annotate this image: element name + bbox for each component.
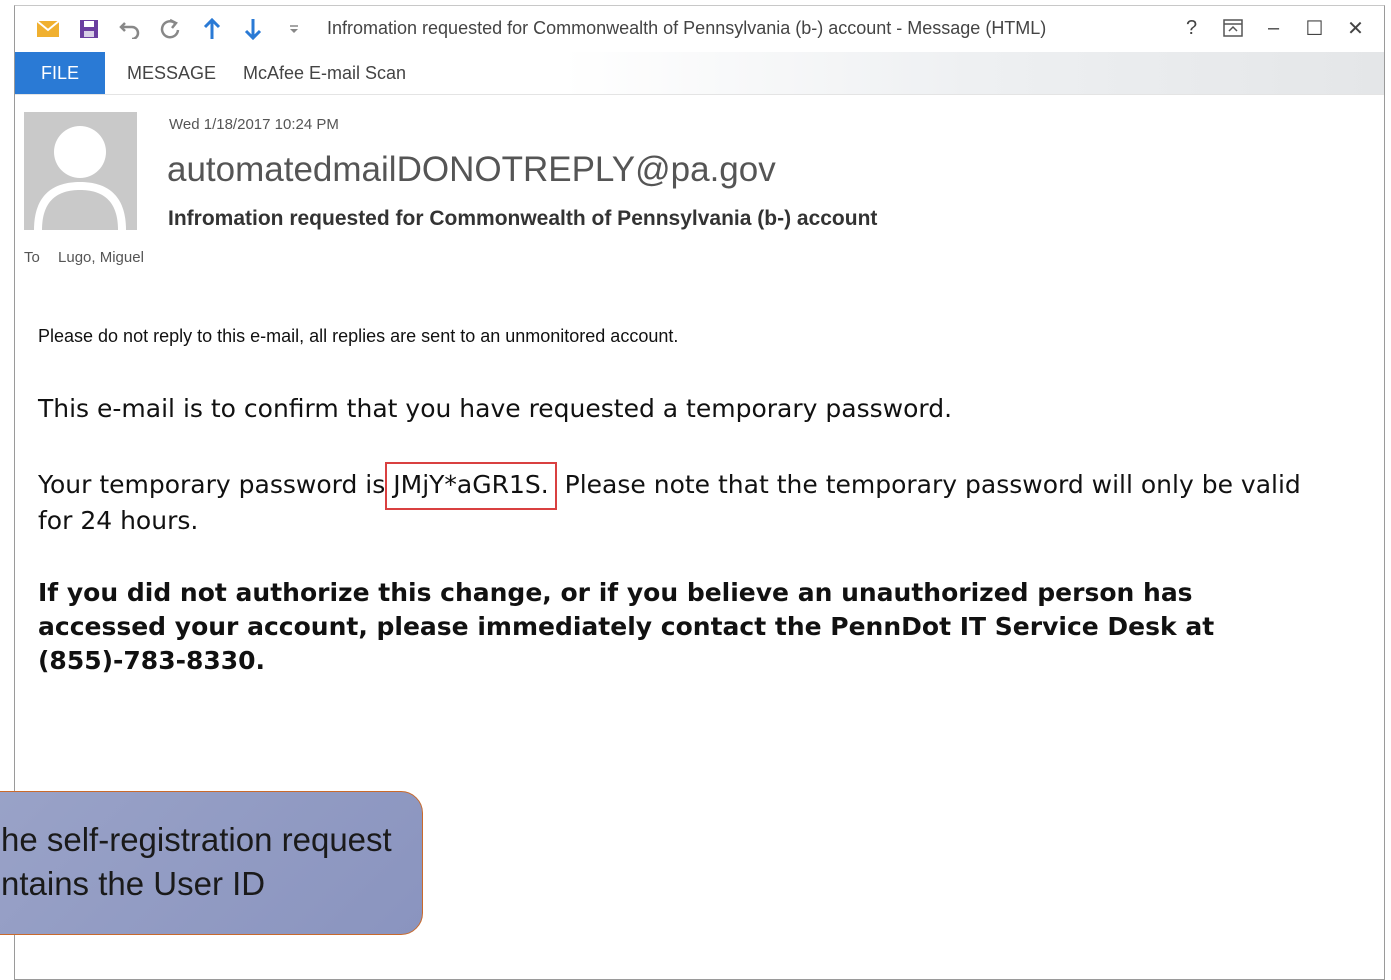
sender-address[interactable]: automatedmailDONOTREPLY@pa.gov bbox=[167, 150, 776, 190]
to-label: To bbox=[24, 249, 40, 266]
recipient-row: To Lugo, Miguel bbox=[24, 249, 144, 266]
temporary-password-paragraph: Your temporary password is JMjY*aGR1S. Pl… bbox=[38, 462, 1338, 538]
title-bar: Infromation requested for Commonwealth o… bbox=[15, 6, 1384, 52]
maximize-button[interactable]: ☐ bbox=[1294, 14, 1335, 42]
next-item-icon[interactable] bbox=[232, 16, 273, 42]
callout-line-1: he self-registration request bbox=[1, 821, 392, 858]
ribbon-display-options-button[interactable] bbox=[1212, 14, 1253, 42]
message-date: Wed 1/18/2017 10:24 PM bbox=[169, 116, 339, 133]
quick-access-toolbar bbox=[27, 16, 314, 42]
password-intro-text: Your temporary password is bbox=[38, 470, 386, 499]
confirmation-text: This e-mail is to confirm that you have … bbox=[38, 394, 953, 423]
recipient-name[interactable]: Lugo, Miguel bbox=[58, 249, 144, 266]
security-warning: If you did not authorize this change, or… bbox=[38, 578, 1215, 675]
window-controls: ? – ☐ ✕ bbox=[1171, 14, 1376, 42]
window-title: Infromation requested for Commonwealth o… bbox=[327, 18, 1047, 38]
close-button[interactable]: ✕ bbox=[1335, 14, 1376, 42]
ribbon-tabs: FILE MESSAGE McAfee E-mail Scan bbox=[15, 52, 1384, 95]
tab-file[interactable]: FILE bbox=[15, 52, 105, 94]
avatar bbox=[24, 112, 137, 230]
temporary-password: JMjY*aGR1S. bbox=[385, 462, 557, 510]
minimize-button[interactable]: – bbox=[1253, 14, 1294, 42]
message-header: Wed 1/18/2017 10:24 PM automatedmailDONO… bbox=[15, 94, 1384, 274]
callout-text: he self-registration request ntains the … bbox=[1, 818, 392, 906]
customize-toolbar-icon[interactable] bbox=[273, 16, 314, 42]
annotation-callout: he self-registration request ntains the … bbox=[0, 791, 423, 935]
callout-line-2: ntains the User ID bbox=[1, 865, 266, 902]
previous-item-icon[interactable] bbox=[191, 16, 232, 42]
save-icon[interactable] bbox=[68, 16, 109, 42]
person-icon bbox=[34, 126, 126, 230]
tab-mcafee-email-scan[interactable]: McAfee E-mail Scan bbox=[243, 52, 406, 94]
tab-message[interactable]: MESSAGE bbox=[127, 52, 216, 94]
mail-icon[interactable] bbox=[27, 16, 68, 42]
undo-icon[interactable] bbox=[109, 16, 150, 42]
redo-icon[interactable] bbox=[150, 16, 191, 42]
message-subject: Infromation requested for Commonwealth o… bbox=[168, 207, 878, 230]
help-button[interactable]: ? bbox=[1171, 14, 1212, 42]
no-reply-notice: Please do not reply to this e-mail, all … bbox=[38, 326, 679, 346]
